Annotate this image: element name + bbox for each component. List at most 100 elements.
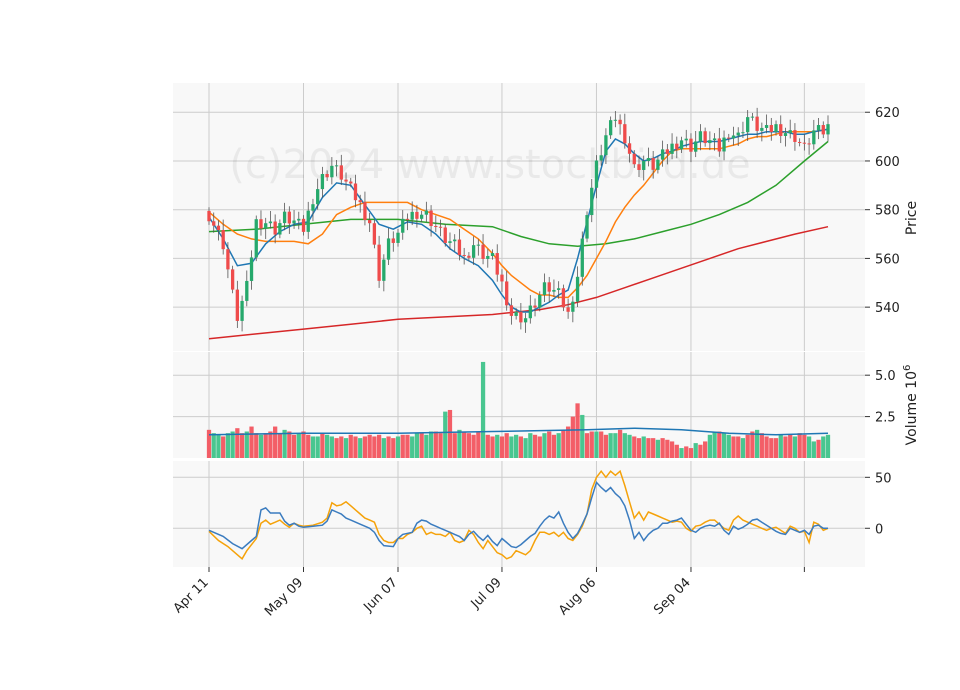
volume-bar-118 [764,436,769,458]
candle-body-65 [514,311,518,316]
candle-body-35 [372,223,377,245]
candle-body-127 [807,143,811,145]
candle-body-93 [646,158,651,161]
candle-body-5 [230,269,235,290]
candle-body-122 [783,133,788,136]
volume-bar-59 [485,434,490,458]
candle-body-42 [405,218,410,220]
candle-body-113 [741,132,745,134]
volume-bar-129 [816,439,821,458]
volume-bar-126 [802,434,807,458]
candle-body-11 [259,219,263,229]
volume-bar-91 [636,438,642,458]
candle-75 [561,284,566,312]
volume-bar-29 [343,438,349,458]
volume-bar-81 [589,431,594,458]
volume-bar-104 [698,444,703,458]
volume-bar-119 [769,438,774,458]
candle-10 [254,215,258,262]
volume-bar-84 [603,434,609,458]
volume-bar-123 [788,434,793,458]
candle-body-68 [528,305,532,319]
volume-bar-111 [731,436,736,458]
volume-bar-128 [811,441,816,458]
volume-bar-82 [594,431,599,458]
candle-body-28 [339,165,343,180]
candle-body-34 [368,220,372,224]
volume-bar-92 [641,436,646,458]
candle-body-106 [708,140,712,144]
volume-bar-53 [457,429,462,458]
candle-body-104 [698,131,703,142]
volume-bar-39 [391,438,396,458]
candle-body-111 [731,135,736,139]
candle-body-23 [316,189,320,205]
candle-body-82 [594,160,599,188]
candle-body-117 [760,127,764,131]
candle-body-92 [642,160,646,170]
candle-body-54 [462,255,466,257]
volume-bar-54 [462,431,467,458]
volume-bar-45 [419,433,424,458]
volume-bar-127 [806,436,812,458]
volume-axis-label: Volume 106 [902,365,920,446]
candle-body-15 [278,223,282,235]
volume-bar-125 [797,433,802,458]
volume-bar-46 [424,434,429,458]
candle-body-105 [703,131,707,144]
volume-bar-19 [296,433,301,458]
candle-body-0 [207,210,211,222]
volume-bar-76 [565,426,571,458]
volume-bar-21 [306,434,311,458]
candle-body-22 [311,204,315,211]
candle-body-118 [764,125,769,128]
volume-bar-49 [438,433,443,458]
candle-body-39 [391,238,395,243]
candle-body-37 [382,259,386,281]
candle-body-9 [249,257,254,281]
volume-bar-71 [542,433,547,458]
candle-35 [372,219,377,249]
candle-body-4 [226,249,230,270]
volume-bar-25 [325,434,330,458]
volume-y-ticks: 2.5 5.0 [865,369,896,426]
candle-body-112 [736,132,740,136]
candle-body-3 [221,230,225,250]
volume-bar-79 [580,414,585,458]
volume-bar-64 [509,436,514,458]
volume-bar-15 [277,433,283,458]
candle-body-67 [523,318,528,323]
candle-body-100 [679,140,684,150]
candle-body-88 [623,124,627,144]
volume-bar-50 [443,411,448,458]
candle-body-60 [490,253,495,256]
candle-body-19 [297,218,301,221]
oscillator-y-ticks: 0 50 [865,471,892,537]
candle-body-50 [443,227,447,243]
volume-bar-113 [740,438,746,458]
candle-body-16 [282,211,287,224]
candle-body-80 [585,215,589,239]
volume-bar-10 [254,433,259,458]
oscillator-panel: 0 50 [173,461,892,567]
volume-bar-34 [367,434,372,458]
volume-bar-31 [353,436,358,458]
volume-bar-37 [381,438,386,458]
candle-body-20 [301,218,306,232]
candle-body-13 [268,221,273,224]
candle-body-64 [509,305,514,316]
volume-bar-95 [655,439,661,458]
volume-bar-1 [211,433,216,458]
candle-body-46 [424,210,429,215]
volume-bar-26 [329,436,334,458]
volume-bar-42 [405,434,410,458]
volume-bar-130 [821,436,826,458]
volume-bar-14 [273,426,278,458]
candle-body-69 [533,305,537,308]
volume-bar-108 [717,431,722,458]
candle-body-33 [363,202,367,221]
candle-body-31 [353,183,358,201]
candle-body-114 [746,117,750,133]
candle-body-18 [292,220,296,224]
candle-body-52 [453,239,457,242]
